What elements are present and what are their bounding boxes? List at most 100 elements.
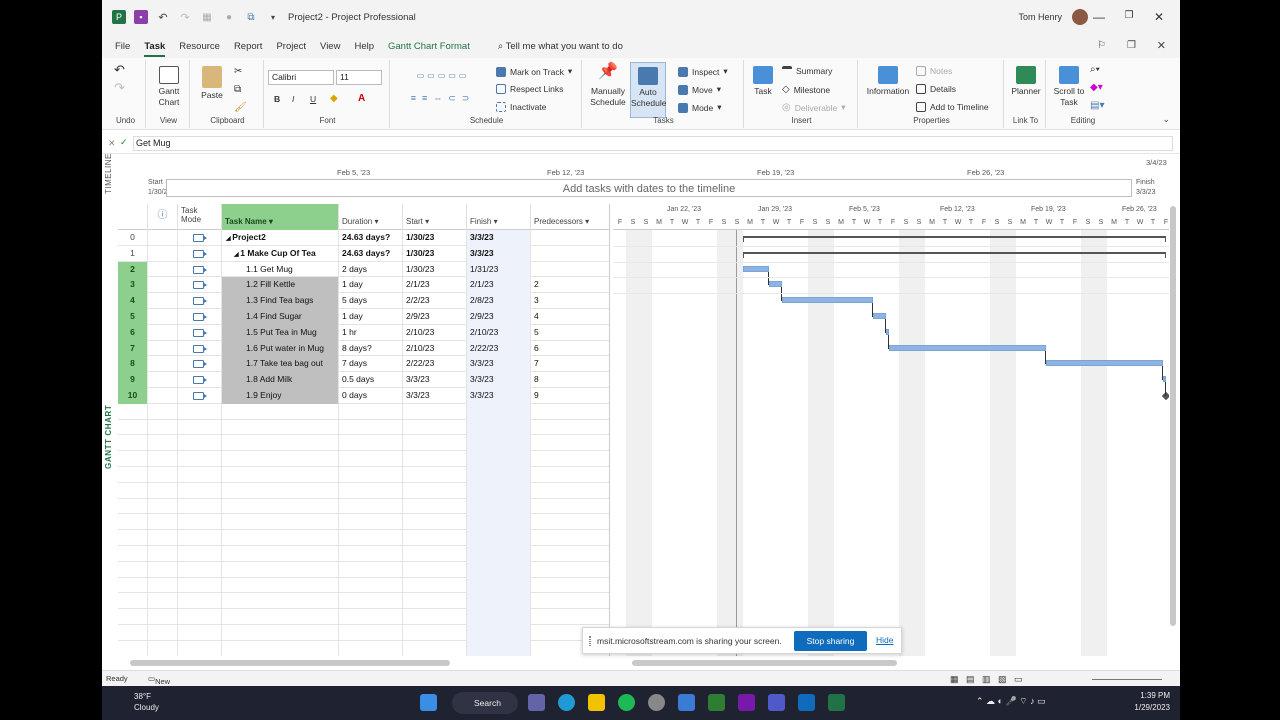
empty-cell[interactable]: [178, 451, 222, 467]
close-icon[interactable]: ✕: [1152, 10, 1166, 24]
touch-mode-icon[interactable]: ●: [222, 10, 236, 24]
row-predecessors[interactable]: 9: [531, 388, 609, 404]
empty-row[interactable]: [118, 514, 609, 531]
empty-cell[interactable]: [339, 419, 403, 436]
print-preview-icon[interactable]: ▦: [200, 10, 214, 24]
empty-cell[interactable]: [467, 609, 531, 625]
empty-cell[interactable]: [467, 577, 531, 594]
empty-row[interactable]: [118, 609, 609, 625]
insert-task-button[interactable]: Task: [750, 66, 776, 97]
empty-cell[interactable]: [178, 561, 222, 578]
row-start[interactable]: 3/3/23: [403, 388, 467, 404]
empty-cell[interactable]: [178, 403, 222, 420]
task-bar[interactable]: [743, 265, 769, 272]
project-taskbar-icon[interactable]: [828, 694, 845, 711]
row-predecessors[interactable]: 4: [531, 309, 609, 325]
table-horizontal-scrollbar[interactable]: [130, 660, 450, 666]
empty-cell[interactable]: [148, 467, 178, 483]
empty-cell[interactable]: [531, 467, 609, 483]
edge-icon[interactable]: [558, 694, 575, 711]
row-predecessors[interactable]: 6: [531, 341, 609, 357]
font-color-icon[interactable]: A: [358, 93, 365, 104]
row-task-mode[interactable]: [178, 230, 222, 246]
empty-cell[interactable]: [403, 498, 467, 515]
header-task-name[interactable]: Task Name ▾: [222, 204, 339, 230]
row-duration[interactable]: 5 days: [339, 293, 403, 309]
paste-button[interactable]: Paste: [198, 66, 226, 101]
collapse-ribbon-icon[interactable]: ⌄: [1162, 114, 1170, 125]
row-predecessors[interactable]: [531, 246, 609, 262]
empty-cell[interactable]: [531, 593, 609, 609]
table-row[interactable]: 10 1.9 Enjoy 0 days 3/3/23 3/3/23 9: [118, 388, 609, 404]
row-indicator[interactable]: [148, 372, 178, 388]
empty-row[interactable]: [118, 640, 609, 656]
gantt-chart[interactable]: FSSMTWTFSSMTWTFSSMTWTFSSMTWTFSSMTWTFSSMT…: [613, 204, 1169, 656]
tab-help[interactable]: Help: [354, 41, 374, 52]
empty-row[interactable]: [118, 482, 609, 499]
row-id[interactable]: 8: [118, 356, 148, 373]
row-indicator[interactable]: [148, 245, 178, 262]
scroll-to-task-button[interactable]: Scroll to Task: [1052, 66, 1086, 108]
taskbar-clock[interactable]: 1:39 PM 1/29/2023: [1134, 690, 1170, 714]
find-icon[interactable]: ⌕▾: [1090, 64, 1100, 75]
empty-row[interactable]: [118, 435, 609, 452]
empty-row[interactable]: [118, 419, 609, 436]
empty-cell[interactable]: [467, 451, 531, 467]
empty-row[interactable]: [118, 577, 609, 594]
row-indicator[interactable]: [148, 388, 178, 404]
timeline[interactable]: Feb 5, '23 Feb 12, '23 Feb 19, '23 Feb 2…: [116, 156, 1180, 202]
underline-button[interactable]: U: [310, 94, 316, 105]
save-icon[interactable]: ▪: [134, 10, 148, 24]
row-duration[interactable]: 1 day: [339, 309, 403, 325]
tray-icons[interactable]: ⌃ ☁ ◐ 🎤 ⌔ ♪ ▭: [976, 696, 1046, 707]
empty-cell[interactable]: [339, 498, 403, 515]
row-id[interactable]: 5: [118, 309, 148, 325]
empty-cell[interactable]: [148, 435, 178, 452]
taskbar-search[interactable]: Search: [452, 692, 518, 714]
empty-cell[interactable]: [222, 609, 339, 625]
row-start[interactable]: 1/30/23: [403, 230, 467, 246]
empty-cell[interactable]: [118, 640, 148, 656]
onenote-icon[interactable]: [738, 694, 755, 711]
empty-cell[interactable]: [222, 625, 339, 641]
empty-row[interactable]: [118, 467, 609, 483]
row-finish[interactable]: 2/8/23: [467, 293, 531, 309]
row-predecessors[interactable]: 8: [531, 372, 609, 388]
header-duration[interactable]: Duration ▾: [339, 204, 403, 230]
milestone-button[interactable]: ◇ Milestone: [782, 84, 830, 95]
empty-cell[interactable]: [222, 514, 339, 531]
row-start[interactable]: 1/30/23: [403, 261, 467, 278]
empty-cell[interactable]: [403, 467, 467, 483]
row-task-name[interactable]: 1.7 Take tea bag out: [222, 356, 339, 373]
empty-cell[interactable]: [403, 546, 467, 562]
empty-cell[interactable]: [531, 420, 609, 436]
empty-cell[interactable]: [222, 577, 339, 594]
row-id[interactable]: 9: [118, 372, 148, 388]
empty-cell[interactable]: [222, 640, 339, 656]
file-explorer-icon[interactable]: [588, 694, 605, 711]
entry-field[interactable]: Get Mug: [133, 136, 1173, 151]
notes-button[interactable]: Notes: [916, 66, 952, 76]
move-button[interactable]: Move ▾: [678, 84, 721, 95]
header-info[interactable]: ⓘ: [148, 204, 178, 230]
task-bar[interactable]: [1045, 360, 1163, 367]
row-predecessors[interactable]: 5: [531, 325, 609, 341]
inactivate-button[interactable]: Inactivate: [496, 102, 546, 112]
table-row[interactable]: 8 1.7 Take tea bag out 7 days 2/22/23 3/3/23…: [118, 356, 609, 373]
row-id[interactable]: 1: [118, 245, 148, 262]
empty-cell[interactable]: [403, 609, 467, 625]
row-start[interactable]: 2/2/23: [403, 293, 467, 309]
row-duration[interactable]: 2 days: [339, 261, 403, 278]
row-duration[interactable]: 0 days: [339, 388, 403, 404]
empty-cell[interactable]: [467, 561, 531, 578]
row-id[interactable]: 10: [118, 388, 148, 404]
empty-cell[interactable]: [531, 404, 609, 420]
outlook-icon[interactable]: [798, 694, 815, 711]
row-indicator[interactable]: [148, 261, 178, 278]
row-task-mode[interactable]: [178, 261, 222, 278]
tab-file[interactable]: File: [115, 41, 130, 52]
empty-cell[interactable]: [178, 482, 222, 499]
row-finish[interactable]: 3/3/23: [467, 245, 531, 262]
copy-icon[interactable]: ⧉: [234, 84, 241, 95]
ribbon-restore-icon[interactable]: ❐: [1127, 40, 1136, 51]
